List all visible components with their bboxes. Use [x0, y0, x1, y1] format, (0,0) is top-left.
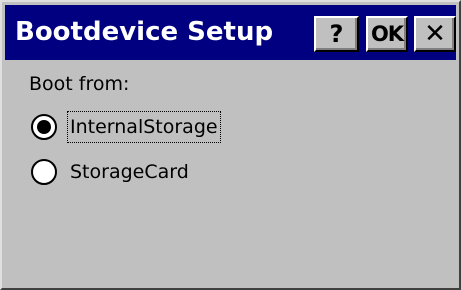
window-title: Bootdevice Setup [15, 17, 274, 47]
radio-label-internal-storage[interactable]: InternalStorage [67, 111, 221, 143]
title-bar[interactable]: Bootdevice Setup ? OK ✕ [5, 5, 456, 60]
close-button[interactable]: ✕ [414, 16, 456, 52]
radio-button-selected[interactable] [31, 114, 57, 140]
dialog-body: Boot from: InternalStorage StorageCard [5, 60, 456, 285]
radio-button-unselected[interactable] [31, 159, 57, 185]
boot-from-label: Boot from: [29, 73, 130, 95]
dialog-window: Bootdevice Setup ? OK ✕ Boot from: Inter… [0, 0, 461, 290]
close-icon: ✕ [424, 19, 446, 49]
ok-button[interactable]: OK [366, 16, 408, 52]
help-button[interactable]: ? [314, 16, 359, 52]
radio-dot [37, 120, 51, 134]
radio-label-storage-card[interactable]: StorageCard [68, 157, 191, 187]
